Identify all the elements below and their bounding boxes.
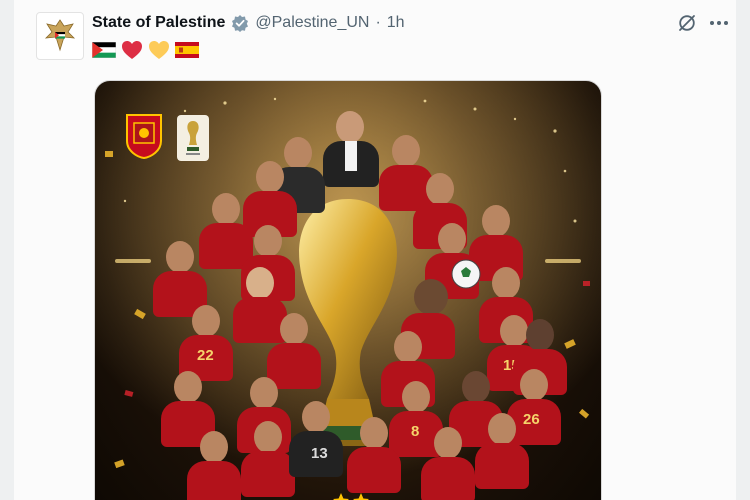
post-card[interactable]: State of Palestine @Palestine_UN · 1h 22… <box>14 0 736 500</box>
jersey-number: 8 <box>411 423 420 440</box>
jersey-number: 22 <box>197 347 214 364</box>
grok-icon <box>679 15 695 31</box>
palestine-emblem-icon <box>44 19 76 52</box>
palestine-flag-icon <box>92 42 116 58</box>
post-header: State of Palestine @Palestine_UN · 1h <box>92 12 405 34</box>
post-image[interactable]: 22 15 8 26 13 <box>94 80 602 500</box>
grok-button[interactable] <box>676 12 698 34</box>
jersey-number: 26 <box>523 411 540 428</box>
post-text <box>92 40 199 60</box>
red-heart-icon <box>122 41 142 59</box>
yellow-heart-icon <box>149 41 169 59</box>
more-options-button[interactable] <box>708 12 730 34</box>
more-dots-icon <box>710 21 728 25</box>
author-avatar[interactable] <box>36 12 84 60</box>
post-timestamp[interactable]: 1h <box>387 14 405 32</box>
world-cup-logo-icon <box>177 115 209 161</box>
spain-crest-icon <box>126 114 162 159</box>
author-name[interactable]: State of Palestine <box>92 14 225 32</box>
jersey-number: 13 <box>311 445 328 462</box>
spain-flag-icon <box>175 42 199 58</box>
verified-badge-icon <box>231 14 249 32</box>
author-handle[interactable]: @Palestine_UN <box>255 14 369 32</box>
football-icon <box>451 259 481 289</box>
stars-icon <box>333 493 369 500</box>
separator-dot: · <box>375 14 381 31</box>
